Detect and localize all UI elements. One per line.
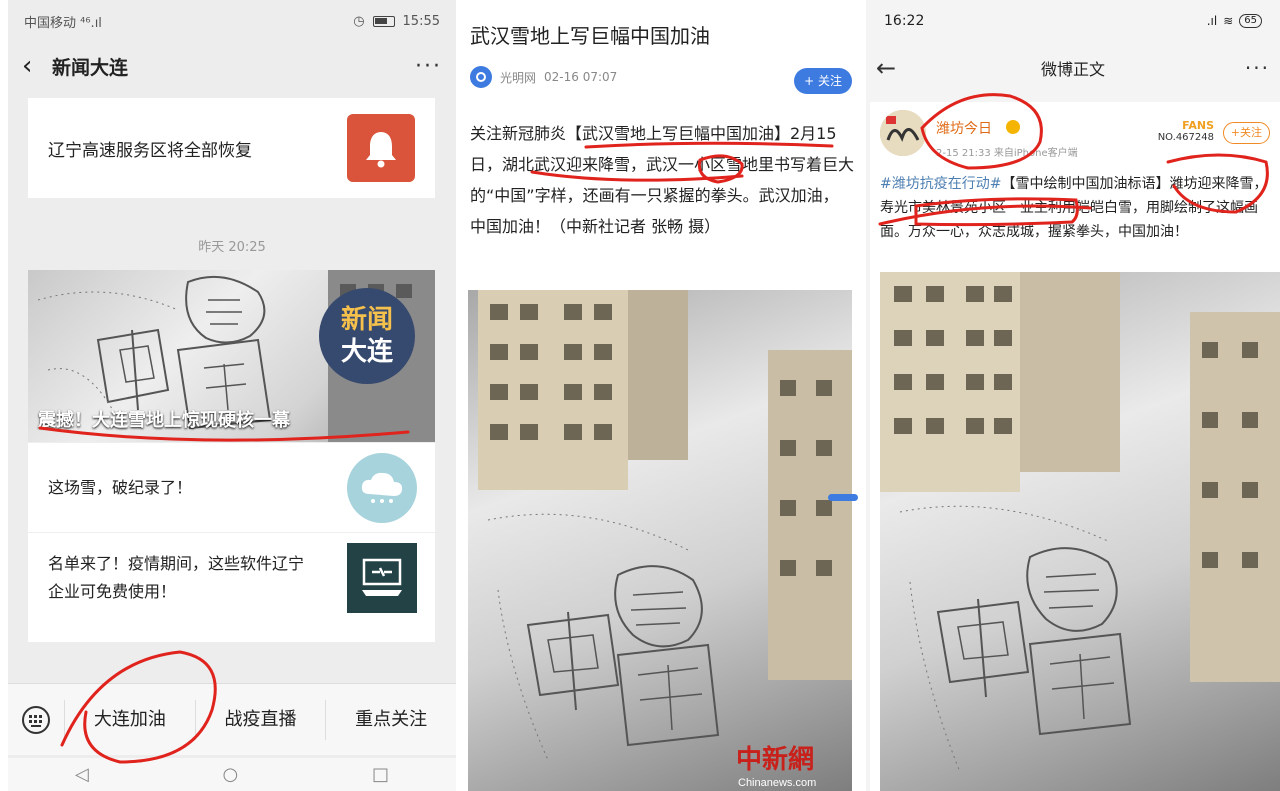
cloud-icon [347,452,417,523]
article-card[interactable]: 辽宁高速服务区将全部恢复 [28,98,435,198]
topic-tag[interactable]: #潍坊抗疫在行动# [880,176,1001,192]
follow-button[interactable]: +关注 [1222,122,1270,144]
wechat-news-screenshot: 中国移动 ⁴⁶.ıl ◷ 15:55 ‹ 新闻大连 ··· 辽宁高速服务区将全部… [8,0,456,791]
source-name: 光明网 [500,70,537,85]
article-body: 关注新冠肺炎【武汉雪地上写巨幅中国加油】2月15日，湖北武汉迎来降雪，武汉一小区… [470,124,855,236]
avatar[interactable] [880,110,926,156]
back-arrow-icon[interactable]: ← [876,54,916,82]
user-nickname[interactable]: 潍坊今日 [936,118,992,138]
status-bar: 中国移动 ⁴⁶.ıl ◷ 15:55 [8,0,456,42]
follow-button[interactable]: + 关注 [794,68,852,94]
watermark-subtext: Chinanews.com [738,777,816,789]
article-screenshot: 武汉雪地上写巨幅中国加油 光明网 02-16 07:07 + 关注 关注新冠肺炎… [462,0,858,791]
list-item[interactable]: 这场雪，破纪录了！ [28,442,435,532]
article-headline: 武汉雪地上写巨幅中国加油 [470,24,710,48]
article-meta: 光明网 02-16 07:07 [470,66,617,88]
tools-icon [347,542,417,613]
nav-recents-icon[interactable]: □ [372,764,389,785]
status-time: 15:55 [402,13,440,29]
fans-badge: FANS NO.467248 [1157,119,1214,144]
message-timestamp: 昨天 20:25 [198,240,266,255]
post-text: #潍坊抗疫在行动#【雪中绘制中国加油标语】潍坊迎来降雪，寿光市美林景苑小区一业主… [880,172,1272,244]
list-item-title: 这场雪，破纪录了！ [48,477,193,497]
article-title: 辽宁高速服务区将全部恢复 [48,140,252,161]
list-item[interactable]: 名单来了！疫情期间，这些软件辽宁企业可免费使用！ [28,532,435,622]
scroll-indicator [828,494,858,501]
more-icon[interactable]: ··· [1230,56,1270,80]
battery-icon: 65 [1239,14,1262,28]
weibo-post: 潍坊今日 2-15 21:33 来自iPhone客户端 FANS NO.4672… [870,102,1280,791]
snow-courtyard-image [880,272,1280,773]
signal-icon: .ıl [1206,14,1218,28]
menu-item-epidemic-live[interactable]: 战疫直播 [194,699,326,740]
carrier-signal: 中国移动 ⁴⁶.ıl [24,15,102,31]
keyboard-icon[interactable] [8,705,64,735]
watermark-text: 中新網 [736,744,814,774]
menu-item-key-focus[interactable]: 重点关注 [325,699,456,740]
post-meta: 2-15 21:33 来自iPhone客户端 [936,148,1078,159]
more-icon[interactable]: ··· [415,54,442,79]
battery-icon [372,15,395,27]
menu-item-dalian-jiayou[interactable]: 大连加油 [64,699,195,740]
snow-courtyard-image: 中新網 Chinanews.com [478,290,852,789]
post-photo[interactable] [880,272,1280,791]
verified-badge-icon [1006,120,1020,134]
news-dalian-logo: 新闻 大连 [319,288,415,384]
app-header: ← 微博正文 ··· [866,42,1280,94]
list-item-title: 名单来了！疫情期间，这些软件辽宁企业可免费使用！ [48,553,305,601]
news-bundle-card: 新闻 大连 震撼！大连雪地上惊现硬核一幕 这场雪，破纪录了！ 名单来了！疫情期间… [28,270,435,642]
app-header: ‹ 新闻大连 ··· [8,42,456,90]
system-nav-bar: ◁ ○ □ [8,758,456,791]
bottom-menu: 大连加油 战疫直播 重点关注 [8,683,456,755]
page-title: 新闻大连 [52,56,129,79]
nav-back-icon[interactable]: ◁ [75,764,89,785]
nav-home-icon[interactable]: ○ [223,764,239,785]
source-logo-icon [470,66,492,88]
article-photo: 中新網 Chinanews.com [468,290,852,791]
wifi-icon: ≋ [1223,14,1234,28]
publish-date: 02-16 07:07 [544,70,618,84]
back-arrow-icon[interactable]: ‹ [22,51,52,81]
weibo-screenshot: 16:22 .ıl ≋ 65 ← 微博正文 ··· 潍坊今日 2-15 21:3… [866,0,1280,791]
bell-icon [347,114,415,182]
hero-article[interactable]: 新闻 大连 震撼！大连雪地上惊现硬核一幕 [28,270,435,442]
status-time: 16:22 [884,13,925,29]
alarm-icon: ◷ [353,13,365,29]
status-bar: 16:22 .ıl ≋ 65 [866,0,1280,42]
hero-caption: 震撼！大连雪地上惊现硬核一幕 [38,410,290,431]
page-title: 微博正文 [1040,60,1105,79]
